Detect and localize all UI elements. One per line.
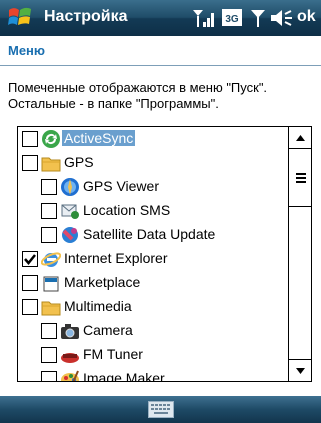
list-item-label: FM Tuner	[83, 346, 143, 362]
item-checkbox[interactable]	[41, 227, 57, 243]
antenna-icon[interactable]	[249, 7, 267, 29]
list-item-label: Marketplace	[64, 274, 141, 290]
page-title: Меню	[8, 43, 46, 58]
camera-icon	[61, 324, 79, 339]
list-item[interactable]: Internet Explorer	[18, 247, 287, 271]
app-title: Настройка	[44, 8, 128, 25]
grip-icon	[296, 173, 306, 183]
item-checkbox[interactable]	[22, 131, 38, 147]
title-bar: Настройка 3G ok	[0, 0, 321, 36]
item-checkbox[interactable]	[22, 251, 38, 267]
volume-icon[interactable]	[268, 7, 294, 29]
list-item-label: Satellite Data Update	[83, 226, 216, 242]
menu-items-list[interactable]: ActiveSync GPS GPS Viewer Location SMS Satel…	[17, 126, 312, 382]
header-divider	[0, 65, 321, 66]
item-checkbox[interactable]	[41, 203, 57, 219]
keyboard-icon[interactable]	[148, 401, 174, 418]
list-item-label: Internet Explorer	[64, 250, 168, 266]
ok-button[interactable]: ok	[297, 8, 316, 26]
folder-icon	[41, 301, 61, 316]
item-checkbox[interactable]	[41, 371, 57, 381]
scroll-thumb[interactable]	[289, 149, 311, 207]
marketplace-icon	[43, 276, 59, 292]
description-text: Помеченные отображаются в меню "Пуск". О…	[8, 80, 268, 111]
image-maker-icon	[61, 370, 79, 381]
list-item-label: GPS Viewer	[83, 178, 159, 194]
windows-start-icon[interactable]	[6, 4, 34, 32]
list-item[interactable]: GPS Viewer	[18, 175, 287, 199]
scroll-down-button[interactable]	[289, 359, 311, 381]
list-item[interactable]: Marketplace	[18, 271, 287, 295]
list-item-label: Camera	[83, 322, 133, 338]
item-checkbox[interactable]	[41, 323, 57, 339]
item-checkbox[interactable]	[22, 155, 38, 171]
satellite-icon	[62, 227, 78, 243]
signal-strength-icon[interactable]	[191, 7, 217, 29]
list-item-label: GPS	[64, 154, 94, 170]
item-checkbox[interactable]	[41, 347, 57, 363]
3g-icon: 3G	[222, 9, 242, 26]
location-sms-icon	[61, 204, 79, 219]
item-checkbox[interactable]	[22, 275, 38, 291]
item-checkbox[interactable]	[22, 299, 38, 315]
list-item[interactable]: Satellite Data Update	[18, 223, 287, 247]
list-item-label: Location SMS	[83, 202, 171, 218]
checkmark-icon	[24, 254, 36, 265]
scrollbar[interactable]	[288, 127, 311, 381]
internet-explorer-icon	[41, 252, 61, 267]
list-item-label: Image Maker	[83, 370, 165, 382]
arrow-up-icon	[296, 135, 305, 141]
scroll-up-button[interactable]	[289, 127, 311, 149]
folder-icon	[41, 157, 61, 172]
list-item[interactable]: Multimedia	[18, 295, 287, 319]
list-item[interactable]: GPS	[18, 151, 287, 175]
fm-tuner-icon	[61, 353, 79, 363]
list-items-container: ActiveSync GPS GPS Viewer Location SMS Satel…	[18, 127, 287, 382]
arrow-down-icon	[296, 368, 305, 374]
list-item[interactable]: Image Maker	[18, 367, 287, 382]
list-item-label: Multimedia	[64, 298, 132, 314]
list-item[interactable]: Camera	[18, 319, 287, 343]
activesync-icon	[42, 130, 60, 148]
svg-text:3G: 3G	[225, 14, 239, 25]
bottom-bar	[0, 396, 321, 423]
list-item[interactable]: ActiveSync	[18, 127, 287, 151]
gps-viewer-icon	[61, 178, 79, 196]
item-checkbox[interactable]	[41, 179, 57, 195]
list-item[interactable]: Location SMS	[18, 199, 287, 223]
list-item[interactable]: FM Tuner	[18, 343, 287, 367]
list-item-label: ActiveSync	[62, 130, 136, 146]
